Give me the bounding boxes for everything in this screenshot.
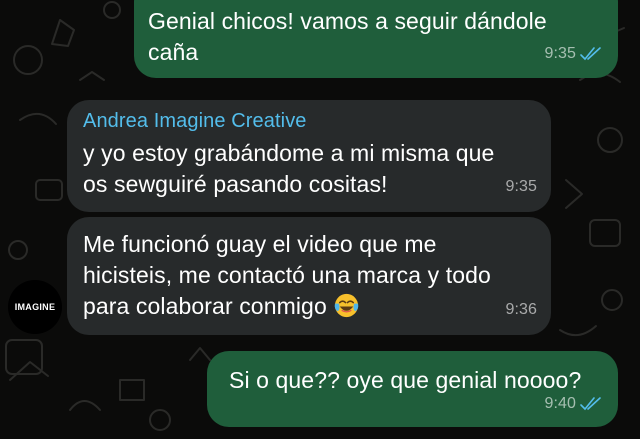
message-meta: 9:35 — [505, 171, 537, 202]
message-meta: 9:35 — [544, 38, 602, 69]
sender-avatar[interactable]: IMAGINE — [8, 280, 62, 334]
message-text: Genial chicos! vamos a seguir dándole ca… — [148, 8, 547, 65]
message-time: 9:36 — [505, 301, 537, 318]
message-meta: 9:40 — [544, 388, 602, 419]
message-meta: 9:36 — [505, 294, 537, 325]
message-time: 9:35 — [544, 45, 576, 62]
avatar-logo-text: IMAGINE — [14, 302, 56, 312]
sender-name[interactable]: Andrea Imagine Creative — [83, 108, 535, 134]
message-text: y yo estoy grabándome a mi misma que os … — [83, 140, 495, 197]
outgoing-message-bubble[interactable]: Si o que?? oye que genial noooo? 9:40 — [207, 351, 618, 427]
face-with-tears-of-joy-icon — [335, 293, 359, 318]
double-check-icon — [580, 396, 601, 410]
message-text-content: Me funcionó guay el video que me hiciste… — [83, 231, 491, 319]
message-time: 9:35 — [505, 178, 537, 195]
message-text: Me funcionó guay el video que me hiciste… — [83, 229, 535, 322]
message-time: 9:40 — [544, 395, 576, 412]
incoming-message-bubble[interactable]: Me funcionó guay el video que me hiciste… — [67, 217, 551, 335]
incoming-message-bubble[interactable]: Andrea Imagine Creative y yo estoy grabá… — [67, 100, 551, 212]
double-check-icon — [580, 46, 601, 60]
outgoing-message-bubble[interactable]: Genial chicos! vamos a seguir dándole ca… — [134, 0, 618, 78]
